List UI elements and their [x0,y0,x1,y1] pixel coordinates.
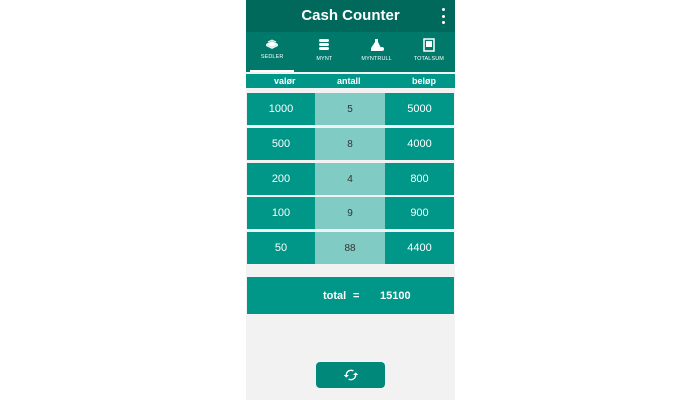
amount-cell: 800 [385,163,454,195]
banknotes-icon [266,39,279,49]
app-screen: Cash Counter SEDLER MYNT MYNTRULL TOTALS… [246,0,455,400]
amount-cell: 4000 [385,128,454,160]
coin-roll-icon [370,39,384,51]
tab-totalsum[interactable]: TOTALSUM [403,32,455,72]
total-equals: = [353,290,360,302]
count-input[interactable]: 4 [315,163,385,195]
amount-cell: 900 [385,197,454,229]
total-bar: total = 15100 [247,277,454,314]
app-bar: Cash Counter [246,0,455,32]
table-row: 200 4 800 [247,163,454,195]
tab-myntrull[interactable]: MYNTRULL [351,32,403,72]
tab-label: SEDLER [260,54,284,60]
table-row: 500 8 4000 [247,128,454,160]
column-count: antall [337,76,361,86]
denomination-cell: 500 [247,128,315,160]
denomination-cell: 100 [247,197,315,229]
total-value: 15100 [380,290,411,302]
column-denomination: valør [274,76,296,86]
count-input[interactable]: 8 [315,128,385,160]
tab-bar: SEDLER MYNT MYNTRULL TOTALSUM [246,32,455,72]
count-input[interactable]: 9 [315,197,385,229]
app-title: Cash Counter [301,7,400,24]
denomination-cell: 200 [247,163,315,195]
column-amount: beløp [412,76,436,86]
count-input[interactable]: 5 [315,93,385,125]
reset-button[interactable] [316,362,385,388]
coins-icon [319,39,330,50]
table-row: 1000 5 5000 [247,93,454,125]
tab-mynt[interactable]: MYNT [298,32,350,72]
denomination-cell: 50 [247,232,315,264]
more-options-icon[interactable] [439,8,447,24]
amount-cell: 4400 [385,232,454,264]
table-row: 50 88 4400 [247,232,454,264]
column-header: valør antall beløp [246,74,455,88]
total-label: total [323,290,347,302]
denomination-cell: 1000 [247,93,315,125]
tab-label: MYNT [316,56,333,62]
count-input[interactable]: 88 [315,232,385,264]
tab-sedler[interactable]: SEDLER [246,32,298,72]
tab-label: MYNTRULL [361,56,392,62]
refresh-icon [343,369,358,381]
total-icon [423,38,435,52]
tab-label: TOTALSUM [413,56,444,62]
table-row: 100 9 900 [247,197,454,229]
amount-cell: 5000 [385,93,454,125]
